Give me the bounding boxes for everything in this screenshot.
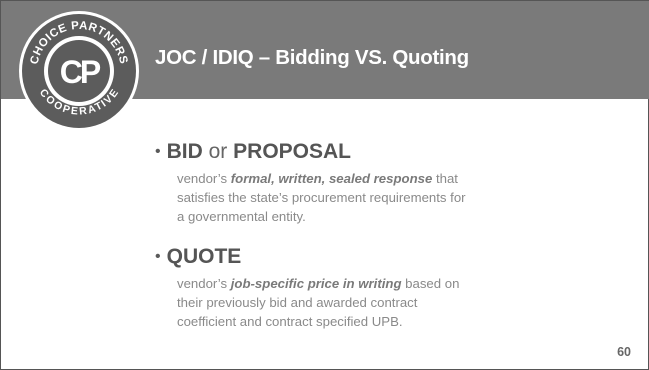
choice-partners-logo: CHOICE PARTNERS COOPERATIVE CP: [19, 11, 139, 131]
slide: JOC / IDIQ – Bidding VS. Quoting CHOICE …: [0, 0, 649, 370]
quote-description-line: their previously bid and awarded contrac…: [177, 295, 418, 310]
bid-description: vendor’s formal, written, sealed respons…: [177, 169, 595, 226]
slide-content: • BID or PROPOSAL vendor’s formal, writte…: [155, 139, 595, 331]
slide-title: JOC / IDIQ – Bidding VS. Quoting: [155, 46, 469, 69]
bid-description-line: satisfies the state’s procurement requir…: [177, 190, 466, 205]
quote-term: QUOTE: [166, 245, 242, 268]
bullet-dot-icon: •: [155, 248, 161, 265]
quote-description-line: vendor’s job-specific price in writing b…: [177, 276, 460, 291]
bullet-bid-proposal: • BID or PROPOSAL vendor’s formal, writte…: [155, 139, 595, 226]
bullet-dot-icon: •: [155, 143, 161, 160]
bid-description-line: vendor’s formal, written, sealed respons…: [177, 171, 458, 186]
quote-description: vendor’s job-specific price in writing b…: [177, 274, 595, 331]
bid-term: BID: [166, 140, 203, 163]
page-number: 60: [617, 345, 631, 359]
bid-emphasis: formal, written, sealed response: [230, 171, 433, 186]
bid-connector: or: [208, 140, 228, 163]
quote-emphasis: job-specific price in writing: [230, 276, 402, 291]
bid-description-line: a governmental entity.: [177, 209, 306, 224]
logo-monogram: CP: [60, 54, 101, 90]
bullet-quote: • QUOTE vendor’s job-specific price in wr…: [155, 244, 595, 331]
proposal-term: PROPOSAL: [233, 140, 352, 163]
quote-description-line: coefficient and contract specified UPB.: [177, 314, 403, 329]
